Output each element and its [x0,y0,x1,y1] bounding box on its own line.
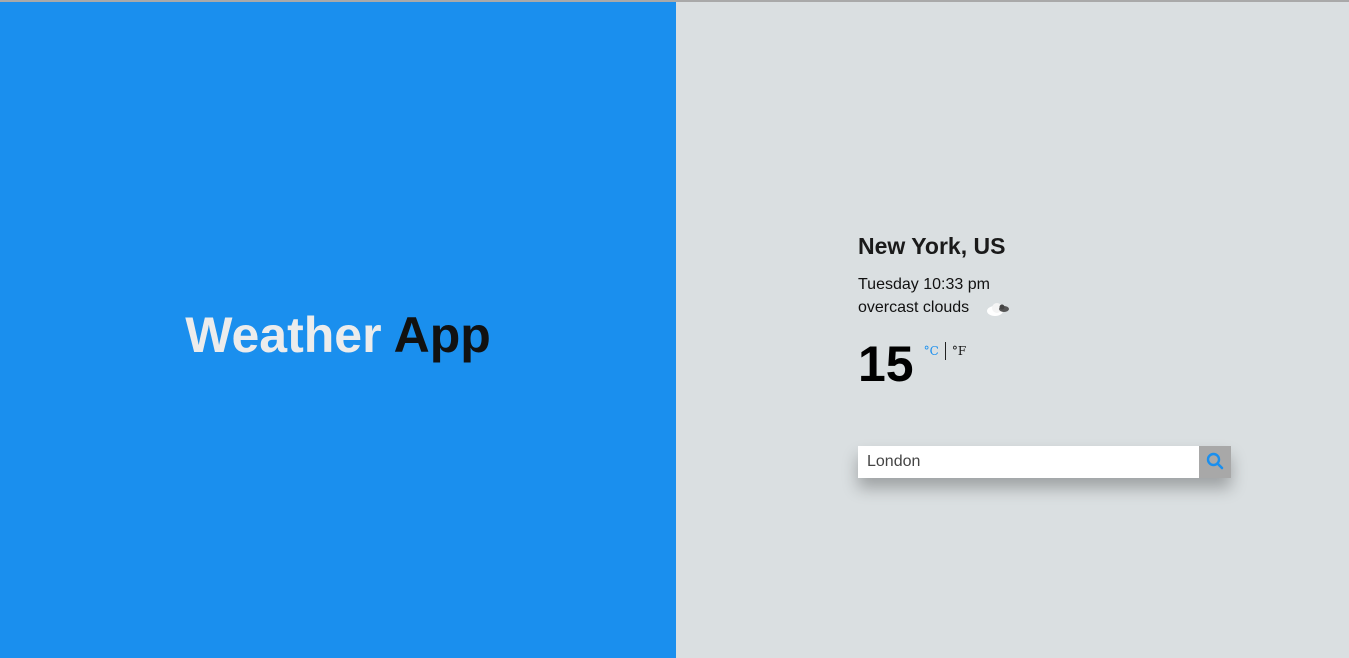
app-title: Weather App [0,307,676,363]
weather-panel: New York, US Tuesday 10:33 pm overcast c… [676,2,1349,658]
weather-description: overcast clouds [858,299,970,316]
search-form [858,446,1231,478]
date-time: Tuesday 10:33 pm [858,276,990,293]
search-button[interactable] [1199,446,1231,478]
hero-panel: Weather App [0,2,676,658]
weather-card: New York, US Tuesday 10:33 pm overcast c… [858,232,1013,392]
location-name: New York, US [858,233,1006,259]
overcast-clouds-icon [985,298,1013,318]
unit-toggle: °C °F [924,342,966,360]
temperature-value: 15 [858,336,914,392]
fahrenheit-toggle[interactable]: °F [952,344,966,358]
unit-divider [944,342,946,360]
page: Weather App New York, US Tuesday 10:33 p… [0,0,1349,658]
celsius-toggle[interactable]: °C [924,344,939,358]
temperature-row: 15 °C °F [858,336,1013,392]
app-title-weather: Weather [185,307,382,363]
city-search-input[interactable] [858,446,1199,478]
weather-description-row: overcast clouds [858,298,1013,318]
app-title-app: App [393,307,491,363]
search-icon [1206,452,1224,473]
